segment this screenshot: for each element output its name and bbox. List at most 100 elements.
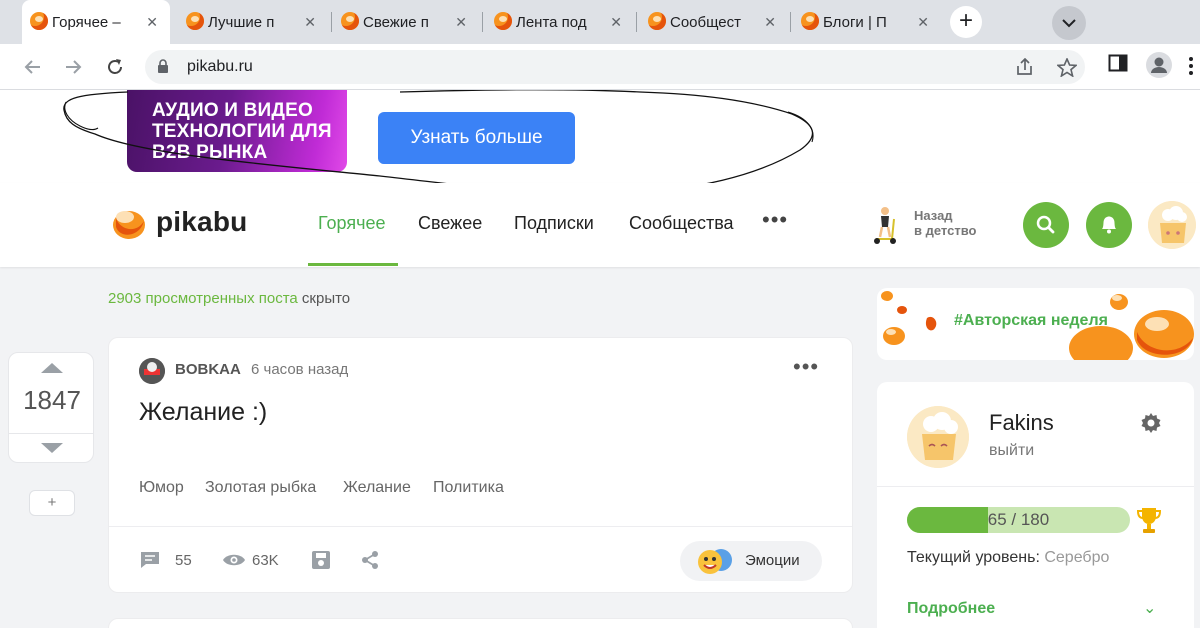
tag[interactable]: Политика (433, 479, 504, 497)
story-menu-button[interactable]: ••• (793, 354, 819, 380)
address-bar[interactable]: pikabu.ru (145, 50, 1085, 84)
pikabu-mascot-icon (907, 406, 969, 468)
notifications-button[interactable] (1086, 202, 1132, 248)
page: АУДИО И ВИДЕО ТЕХНОЛОГИИ ДЛЯ B2B РЫНКА У… (0, 90, 1200, 628)
current-level: Текущий уровень: Серебро (907, 549, 1109, 567)
nav-subscriptions[interactable]: Подписки (514, 213, 594, 234)
tab-title: Лента под (516, 13, 587, 31)
promo-image[interactable]: АУДИО И ВИДЕО ТЕХНОЛОГИИ ДЛЯ B2B РЫНКА (127, 90, 347, 172)
emoji-faces-icon (698, 549, 732, 574)
level-label: Текущий уровень: (907, 549, 1045, 566)
viewed-posts-link[interactable]: 2903 просмотренных поста (108, 290, 298, 307)
tab-best[interactable]: Лучшие п ✕ (178, 0, 328, 44)
nav-fresh[interactable]: Свежее (418, 213, 482, 234)
tab-title: Свежие п (363, 13, 429, 31)
eye-icon (223, 554, 245, 566)
reload-button[interactable] (102, 54, 128, 80)
share-page-icon[interactable] (1015, 57, 1035, 81)
author-avatar[interactable] (139, 358, 165, 384)
profile-avatar[interactable] (907, 406, 969, 468)
story-title[interactable]: Желание :) (139, 398, 267, 427)
share-icon[interactable] (360, 550, 380, 570)
user-avatar[interactable] (1148, 201, 1196, 249)
author-name[interactable]: BOBKAA (175, 361, 241, 378)
tab-title: Лучшие п (208, 13, 275, 31)
logo-wordmark: pikabu (156, 206, 248, 237)
trophy-icon (1136, 508, 1162, 533)
profile-card: Fakins выйти 65 / 180 Текущий уровень: С… (877, 382, 1194, 628)
search-button[interactable] (1023, 202, 1069, 248)
close-tab-icon[interactable]: ✕ (146, 14, 158, 31)
tab-separator (790, 12, 791, 32)
downvote-arrow-icon (41, 443, 63, 453)
tab-communities[interactable]: Сообщест ✕ (640, 0, 788, 44)
tag[interactable]: Юмор (139, 479, 184, 497)
tag[interactable]: Желание (343, 479, 411, 497)
tab-separator (482, 12, 483, 32)
gear-icon[interactable] (1140, 412, 1162, 434)
author-week-banner[interactable]: #Авторская неделя (877, 288, 1194, 360)
nav-active-indicator (308, 263, 398, 266)
emotions-label: Эмоции (745, 552, 800, 569)
upvote-arrow-icon[interactable] (41, 363, 63, 373)
scooter-kid-icon[interactable] (872, 205, 898, 245)
pikabu-favicon-icon (186, 12, 204, 30)
forward-button[interactable] (60, 54, 86, 80)
menu-kebab-icon[interactable] (1188, 56, 1194, 81)
add-to-collection-button[interactable]: + (29, 490, 75, 516)
downvote-button[interactable] (8, 433, 94, 463)
close-tab-icon[interactable]: ✕ (764, 14, 776, 31)
back-button[interactable] (20, 54, 46, 80)
chevron-down-icon[interactable]: ⌄ (1143, 598, 1156, 618)
more-details-link[interactable]: Подробнее (907, 600, 995, 618)
back-to-childhood-link[interactable]: Назад в детство (914, 208, 976, 238)
tab-blogs[interactable]: Блоги | П ✕ (793, 0, 941, 44)
close-tab-icon[interactable]: ✕ (455, 14, 467, 31)
close-tab-icon[interactable]: ✕ (610, 14, 622, 31)
author-avatar-icon (139, 358, 165, 384)
star-icon[interactable] (1055, 56, 1079, 82)
profile-divider (877, 486, 1194, 487)
close-tab-icon[interactable]: ✕ (917, 14, 929, 31)
arrow-left-icon (24, 60, 40, 74)
sidebar-toggle-icon[interactable] (1108, 54, 1128, 77)
nav-more-button[interactable]: ••• (762, 207, 788, 233)
level-value: Серебро (1044, 549, 1110, 566)
save-icon[interactable] (311, 550, 331, 570)
promo-banner: АУДИО И ВИДЕО ТЕХНОЛОГИИ ДЛЯ B2B РЫНКА У… (0, 90, 1200, 183)
bell-icon (1102, 216, 1116, 234)
tab-title: Горячее – (52, 13, 121, 31)
author-week-label: #Авторская неделя (954, 312, 1108, 329)
tab-title: Блоги | П (823, 13, 887, 31)
tab-title: Сообщест (670, 13, 741, 31)
pikabu-logo-icon (113, 211, 145, 239)
tab-hot[interactable]: Горячее – ✕ (22, 0, 170, 44)
nav-communities[interactable]: Сообщества (629, 213, 734, 234)
rating-progress-bar: 65 / 180 (907, 507, 1130, 533)
arrow-right-icon (66, 60, 82, 74)
tab-fresh[interactable]: Свежие п ✕ (333, 0, 479, 44)
lock-icon (158, 59, 168, 73)
address-url: pikabu.ru (187, 58, 253, 75)
nav-hot[interactable]: Горячее (318, 213, 386, 234)
emotions-button[interactable]: Эмоции (680, 541, 822, 581)
pikabu-favicon-icon (801, 12, 819, 30)
tab-search-button[interactable] (1052, 6, 1086, 40)
profile-icon[interactable] (1146, 52, 1172, 83)
learn-more-button[interactable]: Узнать больше (378, 112, 575, 164)
tab-feed[interactable]: Лента под ✕ (486, 0, 634, 44)
comment-icon[interactable] (139, 550, 161, 570)
comments-count[interactable]: 55 (175, 552, 192, 569)
profile-name[interactable]: Fakins (989, 410, 1054, 436)
hidden-posts-note: 2903 просмотренных поста скрыто (108, 290, 350, 307)
new-tab-button[interactable]: + (950, 6, 982, 38)
chevron-down-icon (1062, 19, 1076, 28)
close-tab-icon[interactable]: ✕ (304, 14, 316, 31)
pikabu-logo[interactable]: pikabu (110, 203, 247, 241)
tag[interactable]: Золотая рыбка (205, 479, 316, 497)
logout-link[interactable]: выйти (989, 442, 1034, 460)
promo-image-text: АУДИО И ВИДЕО ТЕХНОЛОГИИ ДЛЯ B2B РЫНКА (152, 100, 332, 163)
search-icon (1036, 215, 1055, 234)
tab-separator (331, 12, 332, 32)
pikabu-mascot-icon (1148, 201, 1196, 249)
